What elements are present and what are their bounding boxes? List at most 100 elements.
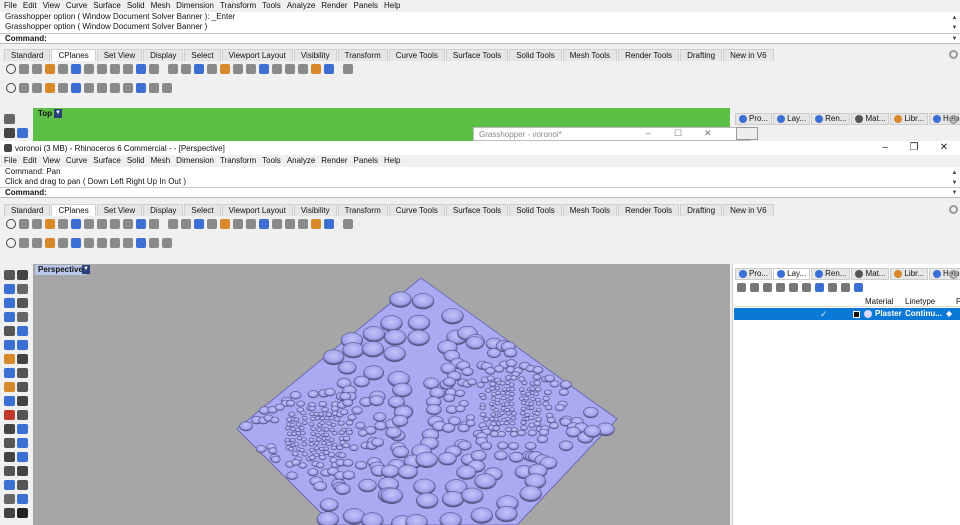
sphere-icon[interactable] (17, 340, 28, 350)
gear-icon[interactable] (949, 270, 958, 279)
menu-panels[interactable]: Panels (354, 1, 378, 10)
minimize-icon[interactable]: – (870, 141, 900, 155)
menu-tools[interactable]: Tools (262, 1, 281, 10)
menu-tools[interactable]: Tools (262, 156, 281, 165)
new-icon[interactable] (19, 83, 29, 93)
menu-file[interactable]: File (4, 1, 17, 10)
cplane-world-icon[interactable] (181, 219, 191, 229)
scroll-up-icon[interactable]: ▲ (951, 169, 958, 177)
tools-icon[interactable] (828, 283, 837, 292)
block-icon[interactable] (17, 424, 28, 434)
cylinder-icon[interactable] (4, 354, 15, 364)
top-viewport[interactable]: Top ▼ Grasshopper - voronoi* – ☐ ✕ (33, 108, 751, 141)
sweep-icon[interactable] (17, 368, 28, 378)
tab-select[interactable]: Select (184, 204, 221, 216)
paste-icon[interactable] (110, 83, 120, 93)
cplane-surface-icon[interactable] (220, 219, 230, 229)
print-icon[interactable] (58, 83, 68, 93)
tab-surface-tools[interactable]: Surface Tools (445, 204, 509, 216)
loft-icon[interactable] (4, 368, 15, 378)
menu-edit[interactable]: Edit (23, 1, 37, 10)
cplane-undo-icon[interactable] (285, 219, 295, 229)
tab-viewport-layout[interactable]: Viewport Layout (221, 49, 293, 61)
circle-icon[interactable] (4, 298, 15, 308)
menu-help[interactable]: Help (384, 156, 400, 165)
new-layer-icon[interactable] (737, 283, 746, 292)
array-icon[interactable] (4, 452, 15, 462)
scroll-dropdown-icon[interactable]: ▼ (951, 189, 958, 197)
tab-curve-tools[interactable]: Curve Tools (388, 49, 445, 61)
linetype-name[interactable]: Continu... (905, 309, 942, 318)
tab-curve-tools[interactable]: Curve Tools (388, 204, 445, 216)
menu-analyze[interactable]: Analyze (287, 1, 315, 10)
polygon-icon[interactable] (4, 326, 15, 336)
cplane-copy-icon[interactable] (324, 64, 334, 74)
menu-edit[interactable]: Edit (23, 156, 37, 165)
menu-solid[interactable]: Solid (127, 156, 145, 165)
cplane-elevation-icon[interactable] (97, 219, 107, 229)
panel-tab-pro[interactable]: Pro... (735, 268, 773, 280)
tab-new-in-v6[interactable]: New in V6 (723, 49, 774, 61)
polyline-icon[interactable] (17, 128, 28, 138)
cplane-origin-icon[interactable] (84, 64, 94, 74)
menu-curve[interactable]: Curve (66, 1, 87, 10)
scroll-down-icon[interactable]: ▼ (951, 179, 958, 187)
viewport-menu-icon[interactable]: ▼ (54, 109, 62, 118)
panel-tab-ren[interactable]: Ren... (811, 268, 851, 280)
cplane-view-icon[interactable] (194, 64, 204, 74)
undo-icon[interactable] (123, 83, 133, 93)
cplane-previous-icon[interactable] (233, 219, 243, 229)
cplane-bottom-icon[interactable] (19, 219, 29, 229)
gear-icon[interactable] (949, 205, 958, 214)
cplane-previous-icon[interactable] (233, 64, 243, 74)
properties-icon[interactable] (841, 283, 850, 292)
save-icon[interactable] (45, 238, 55, 248)
move-icon[interactable] (4, 508, 15, 518)
cplane-3point-icon[interactable] (136, 219, 146, 229)
menu-mesh[interactable]: Mesh (151, 156, 171, 165)
panel-tab-lay[interactable]: Lay... (773, 113, 811, 125)
redo-icon[interactable] (136, 83, 146, 93)
point-icon[interactable] (4, 128, 15, 138)
menu-mesh[interactable]: Mesh (151, 1, 171, 10)
back-command-prompt[interactable]: Command: ▼ (0, 34, 960, 44)
import-icon[interactable] (71, 238, 81, 248)
cplane-3point-icon[interactable] (136, 64, 146, 74)
menu-help[interactable]: Help (384, 1, 400, 10)
tab-render-tools[interactable]: Render Tools (618, 204, 680, 216)
cplane-set-icon[interactable] (272, 219, 282, 229)
cut-icon[interactable] (84, 238, 94, 248)
menu-dimension[interactable]: Dimension (176, 156, 214, 165)
cplane-next-icon[interactable] (246, 219, 256, 229)
move-to-parent-icon[interactable] (802, 283, 811, 292)
camera-icon[interactable] (736, 127, 758, 140)
cplane-rotate-icon[interactable] (123, 64, 133, 74)
curve-icon[interactable] (17, 284, 28, 294)
pan-icon[interactable] (149, 83, 159, 93)
panel-tab-ren[interactable]: Ren... (811, 113, 851, 125)
cplane-zaxis-icon[interactable] (110, 219, 120, 229)
undo-icon[interactable] (123, 238, 133, 248)
menu-render[interactable]: Render (321, 156, 347, 165)
scale-icon[interactable] (17, 494, 28, 504)
mirror-icon[interactable] (17, 452, 28, 462)
cplane-rotate-icon[interactable] (123, 219, 133, 229)
close-icon[interactable]: ✕ (704, 128, 712, 139)
move-down-icon[interactable] (789, 283, 798, 292)
cplane-top-icon[interactable] (6, 64, 16, 74)
cplane-elevation-icon[interactable] (97, 64, 107, 74)
tab-select[interactable]: Select (184, 49, 221, 61)
cplane-back-icon[interactable] (71, 219, 81, 229)
select-icon[interactable] (4, 270, 15, 280)
dimension-icon[interactable] (17, 410, 28, 420)
cplane-surface-icon[interactable] (220, 64, 230, 74)
tab-mesh-tools[interactable]: Mesh Tools (562, 204, 618, 216)
tab-transform[interactable]: Transform (337, 49, 388, 61)
text-icon[interactable] (4, 424, 15, 434)
menu-surface[interactable]: Surface (93, 156, 121, 165)
render-icon[interactable] (17, 396, 28, 406)
voronoi-surface[interactable] (33, 264, 730, 525)
save-icon[interactable] (45, 83, 55, 93)
cplane-top-icon[interactable] (6, 219, 16, 229)
join-icon[interactable] (4, 480, 15, 490)
